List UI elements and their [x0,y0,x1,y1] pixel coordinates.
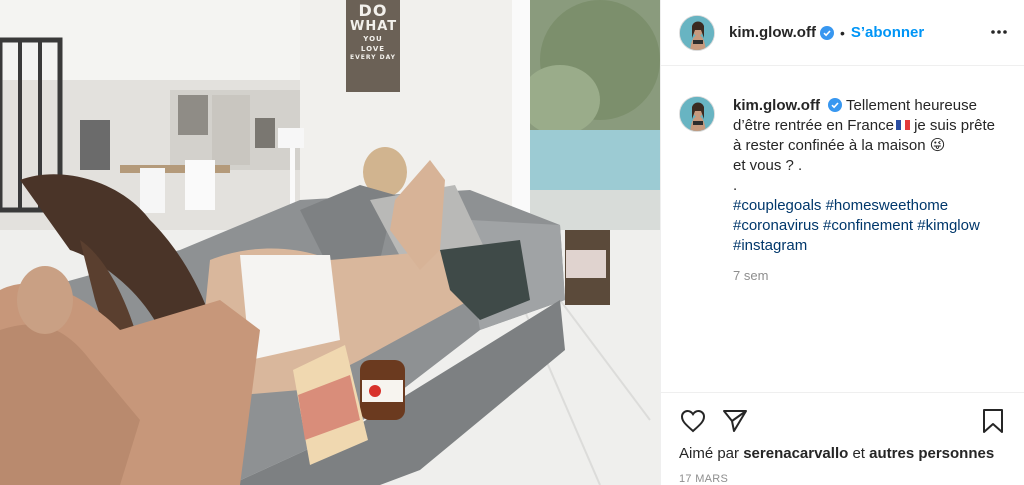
wink-tongue-emoji: 😜 [929,137,946,154]
post-header: kim.glow.off • S’abonner [661,0,1024,66]
liked-prefix: Aimé par [679,445,744,462]
follow-button[interactable]: S’abonner [851,24,924,41]
caption-avatar[interactable] [679,96,715,132]
instagram-post-modal: DO WHAT YOU LOVE EVERY DAY kim.glow.off [0,0,1024,485]
avatar[interactable] [679,14,715,51]
liked-user[interactable]: serenacarvallo [743,445,848,462]
photo-illustration [0,0,660,485]
liked-mid: et [848,445,870,462]
share-paper-plane-icon[interactable] [721,407,749,435]
caption-line-3: et vous ? . [733,157,803,174]
caption-dot: . [733,177,738,194]
separator-dot: • [839,24,845,41]
likes-summary: Aimé par serenacarvallo et autres person… [679,445,994,462]
poster-text: DO WHAT YOU LOVE EVERY DAY [350,1,398,61]
post-details-panel: kim.glow.off • S’abonner kim.glow.off Te… [660,0,1024,485]
hashtags[interactable]: #couplegoals #homesweethome #coronavirus… [733,197,980,254]
heart-icon[interactable] [679,407,707,435]
actions-bar: Aimé par serenacarvallo et autres person… [661,392,1024,485]
more-options-icon[interactable] [989,22,1009,42]
caption-username[interactable]: kim.glow.off [733,97,820,114]
france-flag-icon [895,116,910,130]
caption: kim.glow.off Tellement heureuse d’être r… [679,96,1009,283]
username[interactable]: kim.glow.off [729,24,816,41]
verified-badge-icon [819,25,834,40]
caption-text: kim.glow.off Tellement heureuse d’être r… [733,96,998,256]
verified-badge-icon [828,98,843,112]
post-date[interactable]: 17 MARS [679,473,728,485]
liked-others[interactable]: autres personnes [869,445,994,462]
bookmark-icon[interactable] [979,407,1007,435]
caption-age[interactable]: 7 sem [733,268,1009,283]
post-photo[interactable]: DO WHAT YOU LOVE EVERY DAY [0,0,660,485]
